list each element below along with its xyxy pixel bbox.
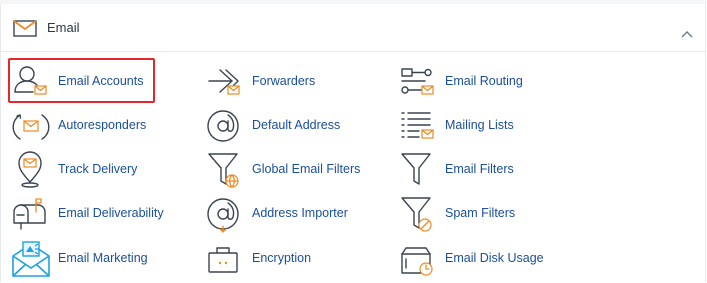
tool-email-accounts[interactable]: Email Accounts <box>12 63 152 101</box>
global-email-filters-icon <box>206 151 244 189</box>
default-address-icon <box>206 107 244 145</box>
envelope-icon <box>13 18 37 38</box>
encryption-icon <box>206 240 244 278</box>
autoresponders-icon <box>12 107 50 145</box>
tool-label: Email Routing <box>445 74 523 88</box>
tool-label: Global Email Filters <box>252 162 361 176</box>
tool-email-marketing[interactable]: Email Marketing <box>12 240 152 278</box>
tool-track-delivery[interactable]: Track Delivery <box>12 151 152 189</box>
chevron-up-icon[interactable] <box>681 25 693 38</box>
forwarders-icon <box>206 63 244 101</box>
tool-label: Email Filters <box>445 162 514 176</box>
tool-email-filters[interactable]: Email Filters <box>399 151 539 189</box>
email-routing-icon <box>399 63 437 101</box>
tool-label: Email Marketing <box>58 251 148 265</box>
tool-label: Mailing Lists <box>445 118 514 132</box>
tool-label: Autoresponders <box>58 118 147 132</box>
tool-label: Encryption <box>252 251 312 265</box>
tool-mailing-lists[interactable]: Mailing Lists <box>399 107 539 145</box>
tool-label: Track Delivery <box>58 162 138 176</box>
tool-global-email-filters[interactable]: Global Email Filters <box>206 151 366 189</box>
tool-label: Default Address <box>252 118 341 132</box>
tool-address-importer[interactable]: Address Importer <box>206 195 356 233</box>
tool-forwarders[interactable]: Forwarders <box>206 63 346 101</box>
address-importer-icon <box>206 195 244 233</box>
email-section-header[interactable]: Email <box>1 4 705 52</box>
tool-label: Email Deliverability <box>58 206 164 220</box>
email-marketing-icon <box>12 240 50 278</box>
track-delivery-icon <box>12 151 50 189</box>
tool-autoresponders[interactable]: Autoresponders <box>12 107 152 145</box>
tool-default-address[interactable]: Default Address <box>206 107 346 145</box>
tool-label: Email Accounts <box>58 74 144 88</box>
tool-label: Forwarders <box>252 74 316 88</box>
tool-email-routing[interactable]: Email Routing <box>399 63 539 101</box>
tool-label: Email Disk Usage <box>445 251 544 265</box>
section-title: Email <box>47 20 80 35</box>
email-deliverability-icon <box>12 195 50 233</box>
email-accounts-icon <box>12 63 50 101</box>
tool-label: Address Importer <box>252 206 348 220</box>
tool-email-deliverability[interactable]: Email Deliverability <box>12 195 164 233</box>
tool-label: Spam Filters <box>445 206 516 220</box>
email-disk-usage-icon <box>399 240 437 278</box>
spam-filters-icon <box>399 195 437 233</box>
email-filters-icon <box>399 151 437 189</box>
mailing-lists-icon <box>399 107 437 145</box>
tool-email-disk-usage[interactable]: Email Disk Usage <box>399 240 549 278</box>
tool-spam-filters[interactable]: Spam Filters <box>399 195 539 233</box>
tool-encryption[interactable]: Encryption <box>206 240 346 278</box>
